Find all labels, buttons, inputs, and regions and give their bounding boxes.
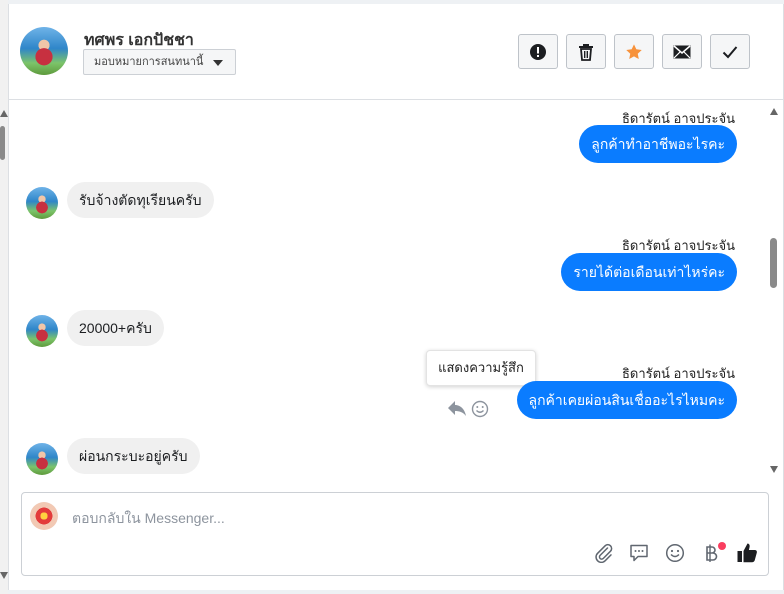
thumbs-up-icon	[737, 543, 757, 563]
reply-composer	[21, 492, 769, 576]
star-button[interactable]	[614, 34, 654, 69]
incoming-message[interactable]: รับจ้างตัดทุเรียนครับ	[67, 182, 214, 218]
mark-done-button[interactable]	[710, 34, 750, 69]
reply-icon[interactable]	[447, 399, 467, 417]
emoji-button[interactable]	[663, 541, 687, 565]
contact-avatar-small[interactable]	[26, 187, 58, 219]
reaction-tooltip: แสดงความรู้สึก	[426, 350, 536, 386]
contact-avatar[interactable]	[20, 27, 68, 75]
scroll-down-arrow[interactable]	[0, 572, 8, 579]
conversation-header: ทศพร เอกปัชชา มอบหมายการสนทนานี้	[9, 4, 783, 100]
page-avatar	[30, 502, 58, 530]
message-scrollbar[interactable]	[769, 100, 779, 478]
scroll-up-arrow[interactable]	[770, 108, 778, 115]
trash-icon	[579, 43, 593, 61]
reply-input[interactable]	[70, 507, 674, 529]
attach-button[interactable]	[592, 541, 616, 565]
outgoing-message[interactable]: ลูกค้าทำอาชีพอะไรคะ	[579, 125, 737, 163]
scroll-thumb[interactable]	[0, 126, 5, 160]
outgoing-message[interactable]: ลูกค้าเคยผ่อนสินเชื่ออะไรไหมคะ	[516, 381, 737, 419]
paperclip-icon	[595, 543, 613, 563]
page-scrollbar[interactable]	[0, 0, 8, 594]
assign-label: มอบหมายการสนทนานี้	[94, 55, 204, 68]
saved-replies-button[interactable]	[627, 541, 651, 565]
contact-avatar-small[interactable]	[26, 443, 58, 475]
star-icon	[626, 43, 642, 59]
delete-button[interactable]	[566, 34, 606, 69]
assign-conversation-dropdown[interactable]: มอบหมายการสนทนานี้	[83, 49, 236, 75]
saved-reply-icon	[630, 544, 648, 562]
exclamation-circle-icon	[530, 43, 546, 60]
emoji-icon	[665, 543, 685, 563]
report-button[interactable]	[518, 34, 558, 69]
caret-down-icon	[213, 60, 223, 66]
scroll-down-arrow[interactable]	[770, 466, 778, 473]
envelope-icon	[673, 44, 691, 58]
scroll-up-arrow[interactable]	[0, 110, 8, 117]
checkmark-icon	[722, 45, 738, 58]
emoji-reaction-icon[interactable]	[471, 400, 489, 418]
like-button[interactable]	[735, 541, 759, 565]
incoming-message[interactable]: 20000+ครับ	[67, 310, 164, 346]
mark-unread-button[interactable]	[662, 34, 702, 69]
conversation-panel: ทศพร เอกปัชชา มอบหมายการสนทนานี้ ธิดารัต…	[8, 4, 784, 590]
outgoing-message[interactable]: รายได้ต่อเดือนเท่าไหร่คะ	[561, 253, 737, 291]
contact-avatar-small[interactable]	[26, 315, 58, 347]
incoming-message[interactable]: ผ่อนกระบะอยู่ครับ	[67, 438, 200, 474]
notification-dot	[718, 542, 726, 550]
message-list[interactable]: ธิดารัตน์ อาจประจัน ลูกค้าทำอาชีพอะไรคะ …	[9, 100, 783, 490]
scroll-thumb[interactable]	[770, 238, 777, 288]
